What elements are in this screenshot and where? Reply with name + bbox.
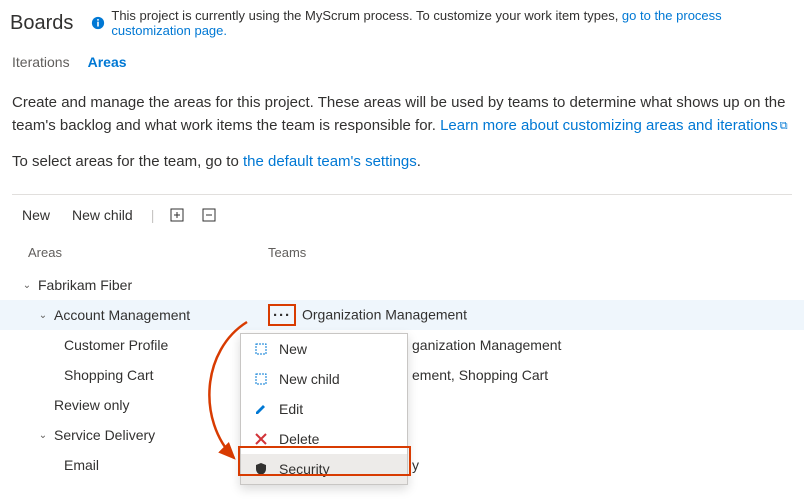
context-menu: New New child Edit Delete Security [240,333,408,485]
page-title: Boards [10,12,73,35]
menu-label: Delete [279,431,319,447]
chevron-down-icon[interactable]: ⌄ [36,430,50,441]
expand-all-icon[interactable] [168,206,186,224]
delete-icon [253,431,269,447]
area-name: Account Management [54,307,190,323]
new-icon [253,341,269,357]
area-name: Fabrikam Fiber [38,277,132,293]
info-icon [91,16,105,30]
menu-item-new[interactable]: New [241,334,407,364]
tree-row-root[interactable]: ⌄ Fabrikam Fiber [0,270,804,300]
tab-iterations[interactable]: Iterations [12,54,70,74]
menu-label: Security [279,461,330,477]
column-areas-header: Areas [28,245,268,260]
menu-label: Edit [279,401,303,417]
teams-value: Organization Management [302,307,467,323]
menu-item-delete[interactable]: Delete [241,424,407,454]
menu-label: New [279,341,307,357]
teams-cell: ··· Organization Management [268,304,804,326]
tabs: Iterations Areas [0,44,804,82]
select-before: To select areas for the team, go to [12,153,243,170]
default-team-settings-link[interactable]: the default team's settings [243,153,417,170]
column-teams-header: Teams [268,245,804,260]
menu-item-security[interactable]: Security [241,454,407,484]
external-link-icon: ⧉ [780,118,788,135]
chevron-down-icon[interactable]: ⌄ [36,310,50,321]
toolbar-separator: | [151,207,155,223]
description-text: Create and manage the areas for this pro… [0,82,804,139]
info-text: This project is currently using the MySc… [111,8,622,23]
area-name: Shopping Cart [64,367,154,383]
learn-more-link[interactable]: Learn more about customizing areas and i… [440,117,778,134]
area-name: Service Delivery [54,427,155,443]
area-name: Customer Profile [64,337,168,353]
shield-icon [253,461,269,477]
new-child-icon [253,371,269,387]
tab-areas[interactable]: Areas [88,54,127,74]
select-area-text: To select areas for the team, go to the … [0,139,804,178]
area-name: Email [64,457,99,473]
menu-label: New child [279,371,340,387]
collapse-all-icon[interactable] [200,206,218,224]
info-banner: This project is currently using the MySc… [91,8,794,38]
new-child-button[interactable]: New child [68,205,137,225]
more-actions-button[interactable]: ··· [268,304,296,326]
select-after: . [417,153,421,170]
menu-item-edit[interactable]: Edit [241,394,407,424]
edit-icon [253,401,269,417]
tree-row-account-management[interactable]: ⌄ Account Management ··· Organization Man… [0,300,804,330]
menu-item-new-child[interactable]: New child [241,364,407,394]
area-name: Review only [54,397,129,413]
new-button[interactable]: New [18,205,54,225]
column-headers: Areas Teams [0,235,804,270]
chevron-down-icon[interactable]: ⌄ [20,280,34,291]
toolbar: New New child | [0,195,804,235]
